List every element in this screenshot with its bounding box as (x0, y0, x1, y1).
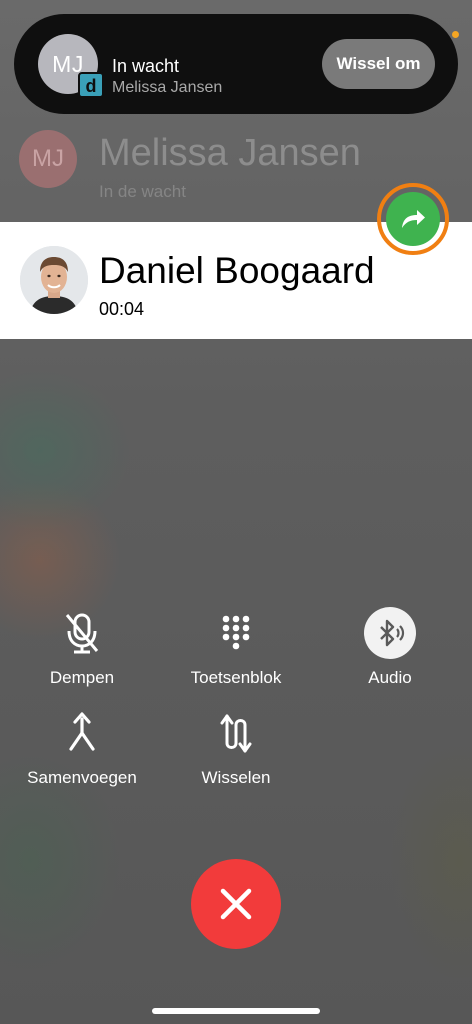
mute-label: Dempen (49, 668, 115, 687)
privacy-indicator-dot (452, 31, 459, 38)
keypad-button[interactable]: Toetsenblok (161, 608, 311, 688)
merge-calls-icon (69, 712, 95, 751)
mute-button[interactable]: Dempen (7, 608, 157, 688)
audio-label: Audio (368, 668, 412, 687)
active-caller-name: Daniel Boogaard (99, 250, 375, 291)
swap-label: Wisselen (201, 768, 271, 787)
forward-arrow-icon (402, 210, 425, 228)
keypad-label: Toetsenblok (190, 668, 282, 687)
held-call-banner[interactable]: MJ d In wacht Melissa Jansen Wissel om (14, 14, 458, 114)
close-icon (220, 888, 252, 920)
call-timer: 00:04 (99, 299, 145, 319)
keypad-icon (222, 615, 250, 650)
forward-call-button[interactable] (386, 192, 440, 246)
bluetooth-audio-icon (380, 619, 405, 647)
swap-calls-icon (220, 714, 252, 753)
held-call-avatar: MJ (19, 130, 77, 188)
end-call-button[interactable] (191, 859, 281, 949)
caller-photo (20, 246, 88, 314)
merge-button[interactable]: Samenvoegen (7, 708, 157, 788)
held-call-status: In de wacht (99, 182, 186, 201)
microphone-off-icon (65, 613, 99, 654)
banner-subtitle: Melissa Jansen (112, 79, 223, 96)
audio-icon-circle (364, 607, 416, 659)
audio-button[interactable]: Audio (315, 607, 465, 688)
home-indicator[interactable] (152, 1008, 320, 1014)
held-call-name: Melissa Jansen (99, 132, 361, 174)
swap-calls-button[interactable]: Wissel om (322, 39, 435, 89)
merge-label: Samenvoegen (27, 768, 137, 787)
forward-call-highlight[interactable] (377, 183, 449, 255)
banner-title: In wacht (112, 56, 180, 76)
app-badge-icon: d (78, 72, 104, 98)
swap-button[interactable]: Wisselen (161, 708, 311, 788)
